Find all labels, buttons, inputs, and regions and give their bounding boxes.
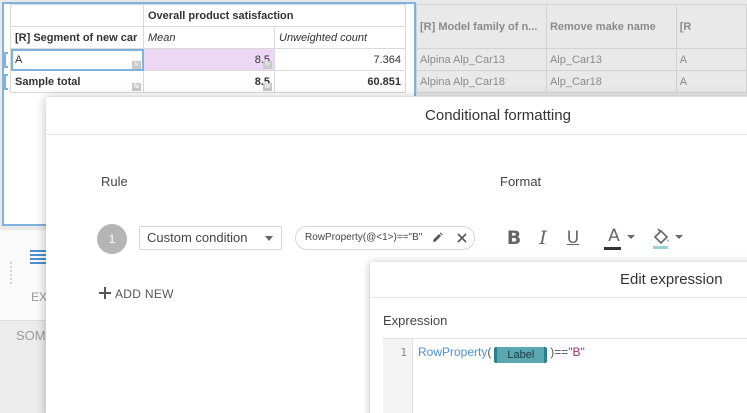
secondary-table: [R] Model family of n... Remove make nam… [416, 4, 747, 93]
label-token-chip[interactable]: Label [494, 347, 548, 363]
row-selection-marker [4, 74, 8, 90]
line-number: 1 [383, 339, 413, 413]
edit-expression-dialog: Edit expression Expression 1 RowProperty… [370, 262, 747, 413]
condition-type-select[interactable]: Custom condition [139, 226, 282, 250]
font-color-glyph: A [608, 226, 620, 246]
column-group-header[interactable]: Overall product satisfaction [143, 4, 406, 27]
table-cell[interactable]: A fx [10, 48, 144, 71]
edit-expression-title: Edit expression [370, 262, 747, 298]
column-header-mean[interactable]: Mean [143, 26, 275, 49]
table-cell[interactable]: Alp_Car18 [545, 70, 677, 93]
pencil-icon[interactable] [430, 231, 444, 245]
formula-icon[interactable]: fx [132, 83, 141, 91]
bold-button[interactable]: B [505, 225, 523, 251]
column-header[interactable]: [R [675, 4, 747, 49]
count-value: 7.364 [373, 53, 401, 66]
fill-color-icon[interactable] [651, 225, 671, 251]
list-icon[interactable] [30, 250, 46, 264]
column-header-count[interactable]: Unweighted count [274, 26, 406, 49]
font-color-button[interactable]: A [604, 225, 624, 251]
row-label: Sample total [15, 75, 81, 88]
table-cell[interactable]: Alpina Alp_Car18 [416, 70, 547, 93]
results-table: Overall product satisfaction [R] Segment… [10, 4, 406, 93]
corner-cell [10, 4, 144, 27]
add-new-label: ADD NEW [115, 287, 174, 301]
table-cell[interactable]: Alpina Alp_Car13 [416, 48, 547, 71]
code-line: RowProperty(Label)=="B" [418, 345, 585, 363]
table-cell[interactable]: 8.5 fx [143, 48, 275, 71]
code-string: "B" [568, 345, 585, 359]
font-color-swatch [604, 247, 621, 250]
table-row: Sample total fx 8.5 fx 60.851 [10, 70, 406, 93]
table-cell[interactable]: 60.851 [274, 70, 406, 93]
side-panel-footer-label: SOM [16, 328, 46, 343]
table-cell[interactable]: 7.364 [274, 48, 406, 71]
expression-label: Expression [383, 313, 448, 328]
count-value: 60.851 [367, 75, 401, 88]
table-cell[interactable]: 8.5 fx [143, 70, 275, 93]
dialog-header: Conditional formatting [46, 97, 747, 135]
plus-icon [99, 287, 111, 299]
add-new-rule-button[interactable]: ADD NEW [99, 287, 174, 301]
drag-handle[interactable] [10, 262, 14, 284]
code-open-paren: ( [487, 345, 492, 359]
expression-field[interactable]: RowProperty(@<1>)=="B" [295, 226, 475, 250]
column-header[interactable]: Remove make name [545, 4, 677, 49]
underline-button[interactable]: U [564, 225, 582, 251]
dialog-title: Conditional formatting [425, 107, 571, 124]
condition-type-value: Custom condition [147, 230, 248, 245]
expression-value: RowProperty(@<1>)=="B" [305, 232, 423, 243]
side-panel-label: EX [31, 290, 48, 304]
close-icon[interactable] [455, 231, 469, 245]
formula-icon[interactable]: fx [263, 61, 272, 69]
format-section-label: Format [500, 174, 542, 189]
table-row: Alpina Alp_Car13 Alp_Car13 A [416, 48, 747, 71]
row-selection-marker [4, 52, 8, 68]
code-function: RowProperty [418, 345, 488, 359]
row-label: A [15, 53, 23, 66]
table-cell[interactable]: A [675, 48, 747, 71]
chevron-down-icon[interactable] [675, 235, 683, 239]
table-cell[interactable]: Sample total fx [10, 70, 144, 93]
rule-number-badge: 1 [97, 224, 127, 254]
chevron-down-icon [265, 236, 273, 241]
chevron-down-icon[interactable] [627, 235, 635, 239]
code-editor[interactable]: 1 RowProperty(Label)=="B" [383, 338, 747, 413]
formula-icon[interactable]: fx [263, 83, 272, 91]
formula-icon[interactable]: fx [132, 61, 141, 69]
table-cell[interactable]: Alp_Car13 [545, 48, 677, 71]
rule-section-label: Rule [101, 174, 128, 189]
table-row: Alpina Alp_Car18 Alp_Car18 A [416, 70, 747, 93]
row-header[interactable]: [R] Segment of new car [10, 26, 144, 49]
column-header[interactable]: [R] Model family of n... [416, 4, 547, 49]
code-operator: == [554, 345, 569, 359]
table-cell[interactable]: A [675, 70, 747, 93]
table-row: A fx 8.5 fx 7.364 [10, 48, 406, 71]
italic-button[interactable]: I [536, 225, 550, 251]
